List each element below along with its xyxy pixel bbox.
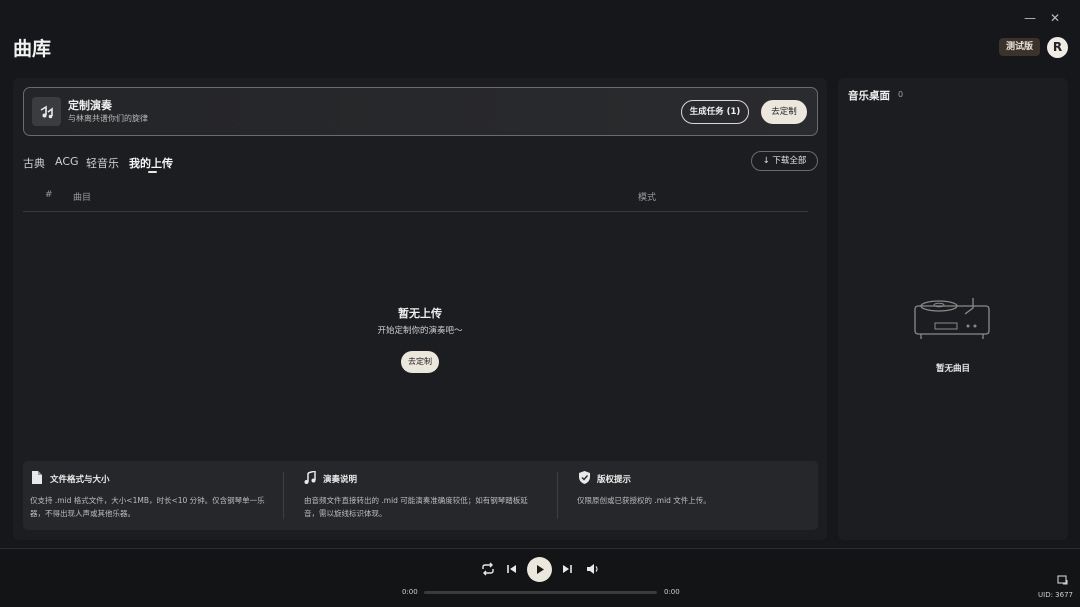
banner-subtitle: 与林离共谱你们的旋律 — [68, 114, 148, 123]
info-divider — [283, 472, 284, 519]
info-performance-title: 演奏说明 — [323, 475, 358, 485]
empty-state-subtitle: 开始定制你的演奏吧～ — [377, 326, 463, 336]
generate-task-button[interactable]: 生成任务 (1) — [681, 100, 749, 124]
info-performance-text: 由音频文件直接转出的 .mid 可能演奏准确度较低；如有钢琴踏板延音，需以旋线标… — [304, 496, 528, 518]
active-tab-indicator — [148, 171, 157, 173]
column-track: 曲目 — [73, 193, 92, 203]
tab-acg[interactable]: ACG — [55, 155, 79, 168]
table-header-divider — [23, 211, 808, 212]
music-desk-empty-text: 暂无曲目 — [935, 364, 970, 374]
info-file-format-text: 仅支持 .mid 格式文件，大小<1MB，时长<10 分钟。仅含钢琴单一乐器，不… — [30, 496, 265, 518]
empty-state-customize-button[interactable]: 去定制 — [401, 351, 439, 373]
piano-music-icon — [32, 97, 61, 126]
progress-bar[interactable] — [424, 591, 657, 594]
download-all-label: 下载全部 — [772, 156, 807, 166]
close-window-button[interactable]: ✕ — [1046, 9, 1064, 27]
current-time: 0:00 — [402, 588, 418, 596]
next-icon[interactable] — [560, 562, 574, 576]
shield-check-icon — [578, 471, 591, 484]
banner-title: 定制演奏 — [68, 99, 112, 112]
minimize-button[interactable]: — — [1021, 9, 1039, 27]
tab-classical[interactable]: 古典 — [23, 155, 45, 171]
volume-icon[interactable] — [585, 562, 599, 576]
music-desk-title: 音乐桌面 — [848, 90, 890, 102]
file-icon — [31, 471, 43, 484]
customize-button[interactable]: 去定制 — [761, 100, 807, 124]
total-time: 0:00 — [664, 588, 680, 596]
info-file-format-title: 文件格式与大小 — [50, 475, 110, 485]
page-title: 曲库 — [13, 38, 52, 60]
tab-light-music[interactable]: 轻音乐 — [86, 155, 119, 171]
repeat-icon[interactable] — [481, 562, 495, 576]
play-button[interactable] — [527, 557, 552, 582]
user-avatar[interactable]: R — [1047, 37, 1068, 58]
trial-badge: 测试版 — [999, 38, 1040, 56]
column-index: # — [45, 190, 53, 200]
tab-my-uploads[interactable]: 我的上传 — [129, 155, 173, 171]
download-icon: ↓ — [762, 156, 770, 166]
music-note-icon — [304, 471, 316, 484]
user-id-label: UID: 3677 — [1038, 591, 1073, 599]
column-mode: 模式 — [638, 193, 657, 203]
info-copyright-title: 版权提示 — [597, 475, 632, 485]
mini-mode-icon[interactable] — [1057, 575, 1068, 586]
info-copyright-text: 仅限原创或已获授权的 .mid 文件上传。 — [577, 496, 711, 505]
download-all-button[interactable]: ↓ 下载全部 — [751, 151, 818, 171]
info-divider — [557, 472, 558, 519]
empty-state-title: 暂无上传 — [398, 307, 442, 320]
previous-icon[interactable] — [505, 562, 519, 576]
music-desk-count: 0 — [898, 90, 904, 99]
turntable-icon — [913, 298, 993, 340]
